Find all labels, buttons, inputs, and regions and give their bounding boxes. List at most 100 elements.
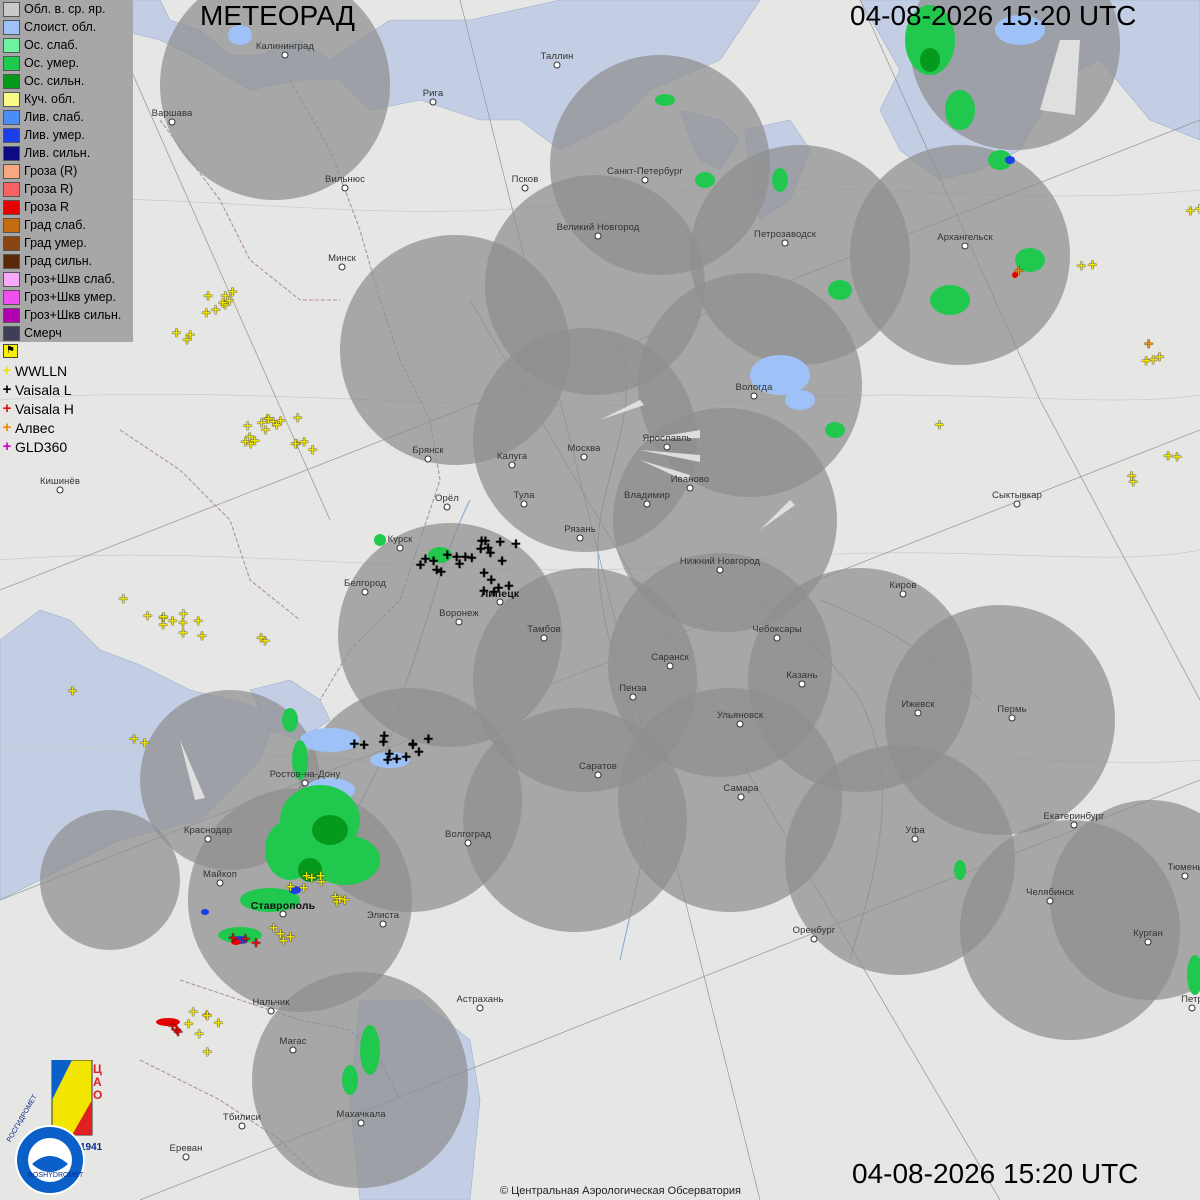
- city-label: Пермь: [997, 704, 1027, 715]
- legend-swatch: [3, 55, 20, 71]
- city-marker: [911, 835, 919, 843]
- legend-label: Слоист. обл.: [24, 20, 97, 34]
- legend-label: Гроза (R): [24, 164, 78, 178]
- legend-swatch: [3, 289, 20, 305]
- lightning-legend-label: Vaisala H: [15, 400, 74, 417]
- city-marker: [464, 839, 472, 847]
- lightning-strike-icon: +: [202, 289, 214, 305]
- lightning-legend-item[interactable]: + Алвес: [0, 418, 120, 437]
- city-marker: [455, 618, 463, 626]
- lightning-strike-icon: +: [278, 934, 289, 950]
- city-label: Тбилиси: [222, 1112, 262, 1123]
- city-marker: [216, 879, 224, 887]
- legend-label: Смерч: [24, 326, 62, 340]
- legend-swatch: [3, 271, 20, 287]
- legend-item: Град сильн.: [0, 252, 133, 270]
- city-label: Пенза: [619, 683, 647, 694]
- city-marker: [736, 720, 744, 728]
- lightning-strike-icon: +: [201, 1008, 213, 1024]
- legend-item: Град слаб.: [0, 216, 133, 234]
- legend-label: Ос. слаб.: [24, 38, 79, 52]
- legend-item: Гроза R): [0, 180, 133, 198]
- legend-label: Лив. сильн.: [24, 146, 91, 160]
- legend-label: Гроз+Шкв слаб.: [24, 272, 116, 286]
- city-marker: [267, 1007, 275, 1015]
- city-label: Белгород: [344, 578, 386, 589]
- city-marker: [553, 61, 561, 69]
- legend-swatch: [3, 19, 20, 35]
- city-marker: [281, 51, 289, 59]
- city-label: Челябинск: [1026, 887, 1074, 898]
- city-label: Уфа: [905, 825, 925, 836]
- city-label: Ставрополь: [250, 900, 316, 912]
- city-label: Саранск: [651, 652, 689, 663]
- legend-label: Гроз+Шкв сильн.: [24, 308, 122, 322]
- city-marker: [798, 680, 806, 688]
- legend-item: Обл. в. ср. яр.: [0, 0, 133, 18]
- lightning-legend-item[interactable]: + Vaisala H: [0, 399, 120, 418]
- legend-label: Град умер.: [24, 236, 87, 250]
- plus-icon: +: [2, 400, 12, 417]
- city-label: Тамбов: [527, 624, 561, 635]
- city-label: Нижний Новгород: [679, 556, 761, 567]
- city-label: Воронеж: [439, 608, 479, 619]
- city-label: Оренбург: [792, 925, 836, 936]
- lightning-strike-icon: +: [213, 1016, 224, 1032]
- lightning-strike-icon: +: [117, 591, 129, 607]
- lightning-legend-label: GLD360: [15, 438, 68, 455]
- lightning-strike-icon: +: [193, 1026, 205, 1042]
- city-label: Тюмень: [1167, 862, 1200, 873]
- legend-label: Град слаб.: [24, 218, 86, 232]
- radar-map[interactable]: + + + + + + + + + + + + + + + + + + + + + + + + + + + + + + + + + + + + + + + +…: [0, 0, 1200, 1200]
- lightning-strike-icon: +: [292, 410, 304, 426]
- lightning-strike-icon: +: [187, 1005, 199, 1021]
- lightning-strike-icon: +: [1087, 257, 1098, 273]
- city-label: Рига: [422, 88, 444, 99]
- lightning-strike-icon: +: [413, 744, 425, 760]
- lightning-strike-icon: +: [271, 417, 283, 433]
- lightning-strike-icon: +: [1194, 201, 1200, 217]
- lightning-strike-icon: +: [384, 747, 395, 763]
- legend-label: Лив. слаб.: [24, 110, 84, 124]
- plus-icon: +: [2, 381, 12, 398]
- legend-item: Слоист. обл.: [0, 18, 133, 36]
- city-marker: [396, 544, 404, 552]
- legend-label: Град сильн.: [24, 254, 93, 268]
- city-label: Ростов-на-Дону: [269, 769, 341, 780]
- legend-swatch: [3, 91, 20, 107]
- city-marker: [1188, 1004, 1196, 1012]
- city-marker: [580, 453, 588, 461]
- legend-swatch: [3, 325, 20, 341]
- lightning-strike-icon: +: [139, 736, 151, 752]
- city-label: Кишинёв: [39, 476, 81, 487]
- city-label: Курск: [387, 534, 413, 545]
- lightning-legend-label: Алвес: [15, 419, 55, 436]
- lightning-strike-icon: +: [298, 434, 310, 450]
- city-label: Нальчик: [252, 997, 290, 1008]
- lightning-legend-item[interactable]: + Vaisala L: [0, 380, 120, 399]
- lightning-legend-item[interactable]: + GLD360: [0, 437, 120, 456]
- legend-label: Гроза R: [24, 200, 70, 214]
- legend-swatch: [3, 1, 20, 17]
- lightning-strike-icon: +: [181, 332, 193, 348]
- lightning-strike-icon: +: [348, 737, 360, 753]
- flag-icon[interactable]: ⚑: [3, 344, 18, 358]
- lightning-strike-icon: +: [196, 629, 208, 645]
- city-marker: [594, 771, 602, 779]
- legend-swatch: [3, 163, 20, 179]
- lightning-legend-item[interactable]: + WWLLN: [0, 361, 120, 380]
- lightning-strike-icon: +: [1075, 259, 1087, 275]
- city-marker: [781, 239, 789, 247]
- city-label: Санкт-Петербург: [606, 166, 684, 177]
- legend-swatch: [3, 217, 20, 233]
- city-marker: [182, 1153, 190, 1161]
- city-marker: [289, 1046, 297, 1054]
- city-marker: [750, 392, 758, 400]
- city-label: Казань: [786, 670, 818, 681]
- city-marker: [663, 443, 671, 451]
- legend-label: Обл. в. ср. яр.: [24, 2, 106, 16]
- city-label: Чебоксары: [752, 624, 802, 635]
- lightning-strike-icon: +: [482, 540, 494, 556]
- city-marker: [341, 184, 349, 192]
- legend-label: Лив. умер.: [24, 128, 85, 142]
